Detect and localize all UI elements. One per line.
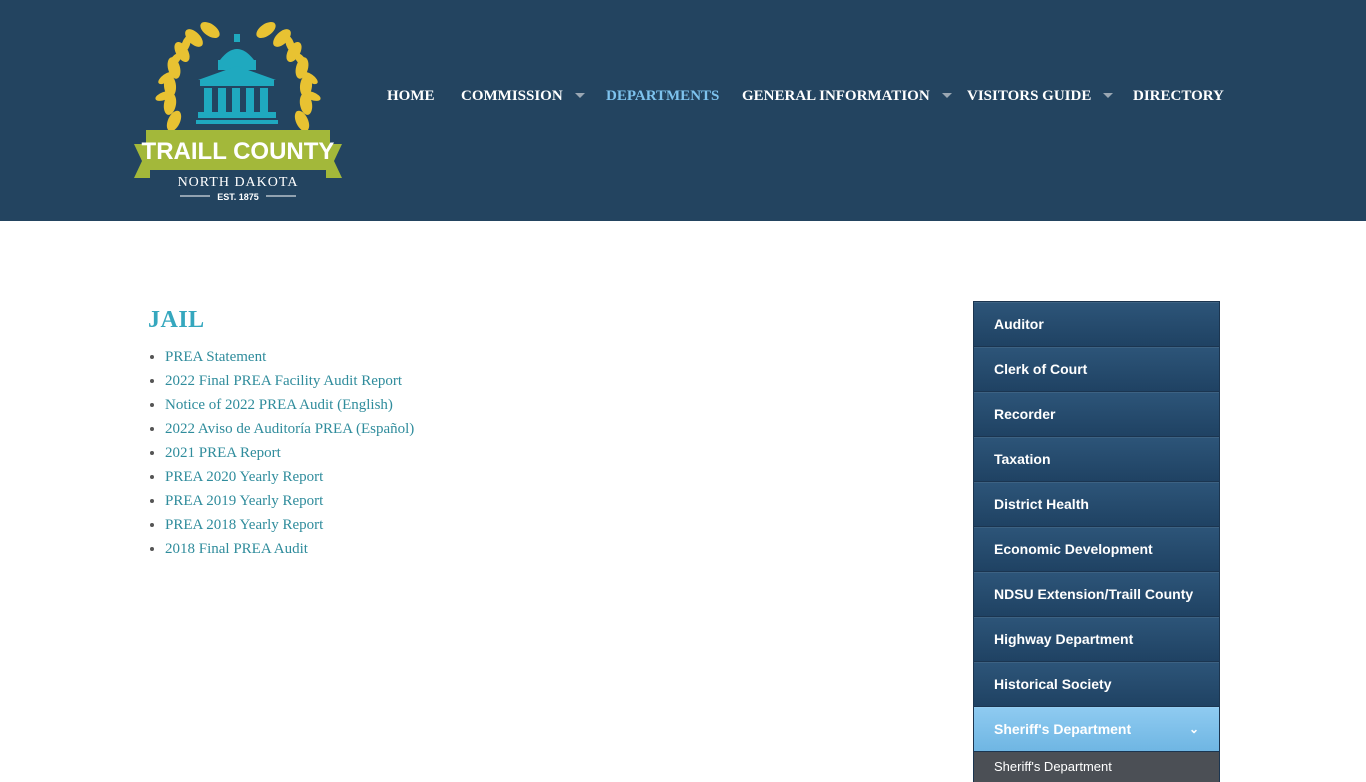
sidebar-subitem-sheriffs-department[interactable]: Sheriff's Department [974, 752, 1219, 782]
list-item: 2022 Final PREA Facility Audit Report [165, 369, 848, 393]
document-link[interactable]: 2021 PREA Report [165, 445, 281, 461]
nav-directory[interactable]: DIRECTORY [1133, 87, 1224, 105]
list-item: 2021 PREA Report [165, 441, 848, 465]
caret-down-icon [574, 93, 585, 99]
document-link[interactable]: 2018 Final PREA Audit [165, 541, 308, 557]
sidebar-item-highway-department[interactable]: Highway Department [974, 617, 1219, 662]
chevron-down-icon[interactable]: ⌄ [1189, 707, 1199, 751]
nav-home-label: HOME [387, 88, 435, 104]
nav-directory-label: DIRECTORY [1133, 88, 1224, 104]
document-list: PREA Statement 2022 Final PREA Facility … [148, 345, 848, 561]
courthouse-icon [196, 34, 278, 124]
document-link[interactable]: PREA Statement [165, 349, 266, 365]
nav-commission-label: COMMISSION [461, 88, 563, 104]
nav-home[interactable]: HOME [387, 87, 435, 105]
caret-down-icon [1103, 93, 1114, 99]
sidebar-item-sheriffs-department[interactable]: Sheriff's Department ⌄ [974, 707, 1219, 752]
list-item: 2022 Aviso de Auditoría PREA (Español) [165, 417, 848, 441]
sidebar-item-clerk-of-court[interactable]: Clerk of Court [974, 347, 1219, 392]
logo-established: EST. 1875 [217, 192, 259, 202]
nav-commission[interactable]: COMMISSION [461, 87, 585, 105]
list-item: PREA 2019 Yearly Report [165, 489, 848, 513]
document-link[interactable]: 2022 Aviso de Auditoría PREA (Español) [165, 421, 414, 437]
sidebar-item-taxation[interactable]: Taxation [974, 437, 1219, 482]
traill-county-logo[interactable]: TRAILL COUNTY NORTH DAKOTA EST. 1875 [130, 14, 346, 204]
caret-down-icon [941, 93, 952, 99]
list-item: PREA 2018 Yearly Report [165, 513, 848, 537]
sidebar-item-historical-society[interactable]: Historical Society [974, 662, 1219, 707]
list-item: PREA Statement [165, 345, 848, 369]
document-link[interactable]: Notice of 2022 PREA Audit (English) [165, 397, 393, 413]
site-header: TRAILL COUNTY NORTH DAKOTA EST. 1875 HOM… [0, 0, 1366, 221]
document-link[interactable]: PREA 2018 Yearly Report [165, 517, 323, 533]
department-sidebar: Auditor Clerk of Court Recorder Taxation… [973, 301, 1220, 782]
sidebar-item-ndsu-extension[interactable]: NDSU Extension/Traill County [974, 572, 1219, 617]
sidebar-item-district-health[interactable]: District Health [974, 482, 1219, 527]
main-content: JAIL PREA Statement 2022 Final PREA Faci… [148, 305, 848, 561]
list-item: Notice of 2022 PREA Audit (English) [165, 393, 848, 417]
nav-departments-label: DEPARTMENTS [606, 88, 720, 104]
document-link[interactable]: 2022 Final PREA Facility Audit Report [165, 373, 402, 389]
list-item: 2018 Final PREA Audit [165, 537, 848, 561]
logo-state: NORTH DAKOTA [178, 175, 299, 190]
nav-visitors-guide-label: VISITORS GUIDE [967, 88, 1092, 104]
list-item: PREA 2020 Yearly Report [165, 465, 848, 489]
nav-general-information[interactable]: GENERAL INFORMATION [742, 87, 952, 105]
nav-departments[interactable]: DEPARTMENTS [606, 87, 719, 105]
sidebar-item-auditor[interactable]: Auditor [974, 302, 1219, 347]
document-link[interactable]: PREA 2020 Yearly Report [165, 469, 323, 485]
nav-general-information-label: GENERAL INFORMATION [742, 88, 930, 104]
sidebar-item-label: Sheriff's Department [994, 721, 1132, 737]
nav-visitors-guide[interactable]: VISITORS GUIDE [967, 87, 1114, 105]
document-link[interactable]: PREA 2019 Yearly Report [165, 493, 323, 509]
sidebar-item-economic-development[interactable]: Economic Development [974, 527, 1219, 572]
main-nav: HOME COMMISSION DEPARTMENTS GENERAL INFO… [0, 87, 1366, 107]
logo-county-name: TRAILL COUNTY [142, 138, 335, 165]
sidebar-item-recorder[interactable]: Recorder [974, 392, 1219, 437]
page-title: JAIL [148, 307, 205, 333]
